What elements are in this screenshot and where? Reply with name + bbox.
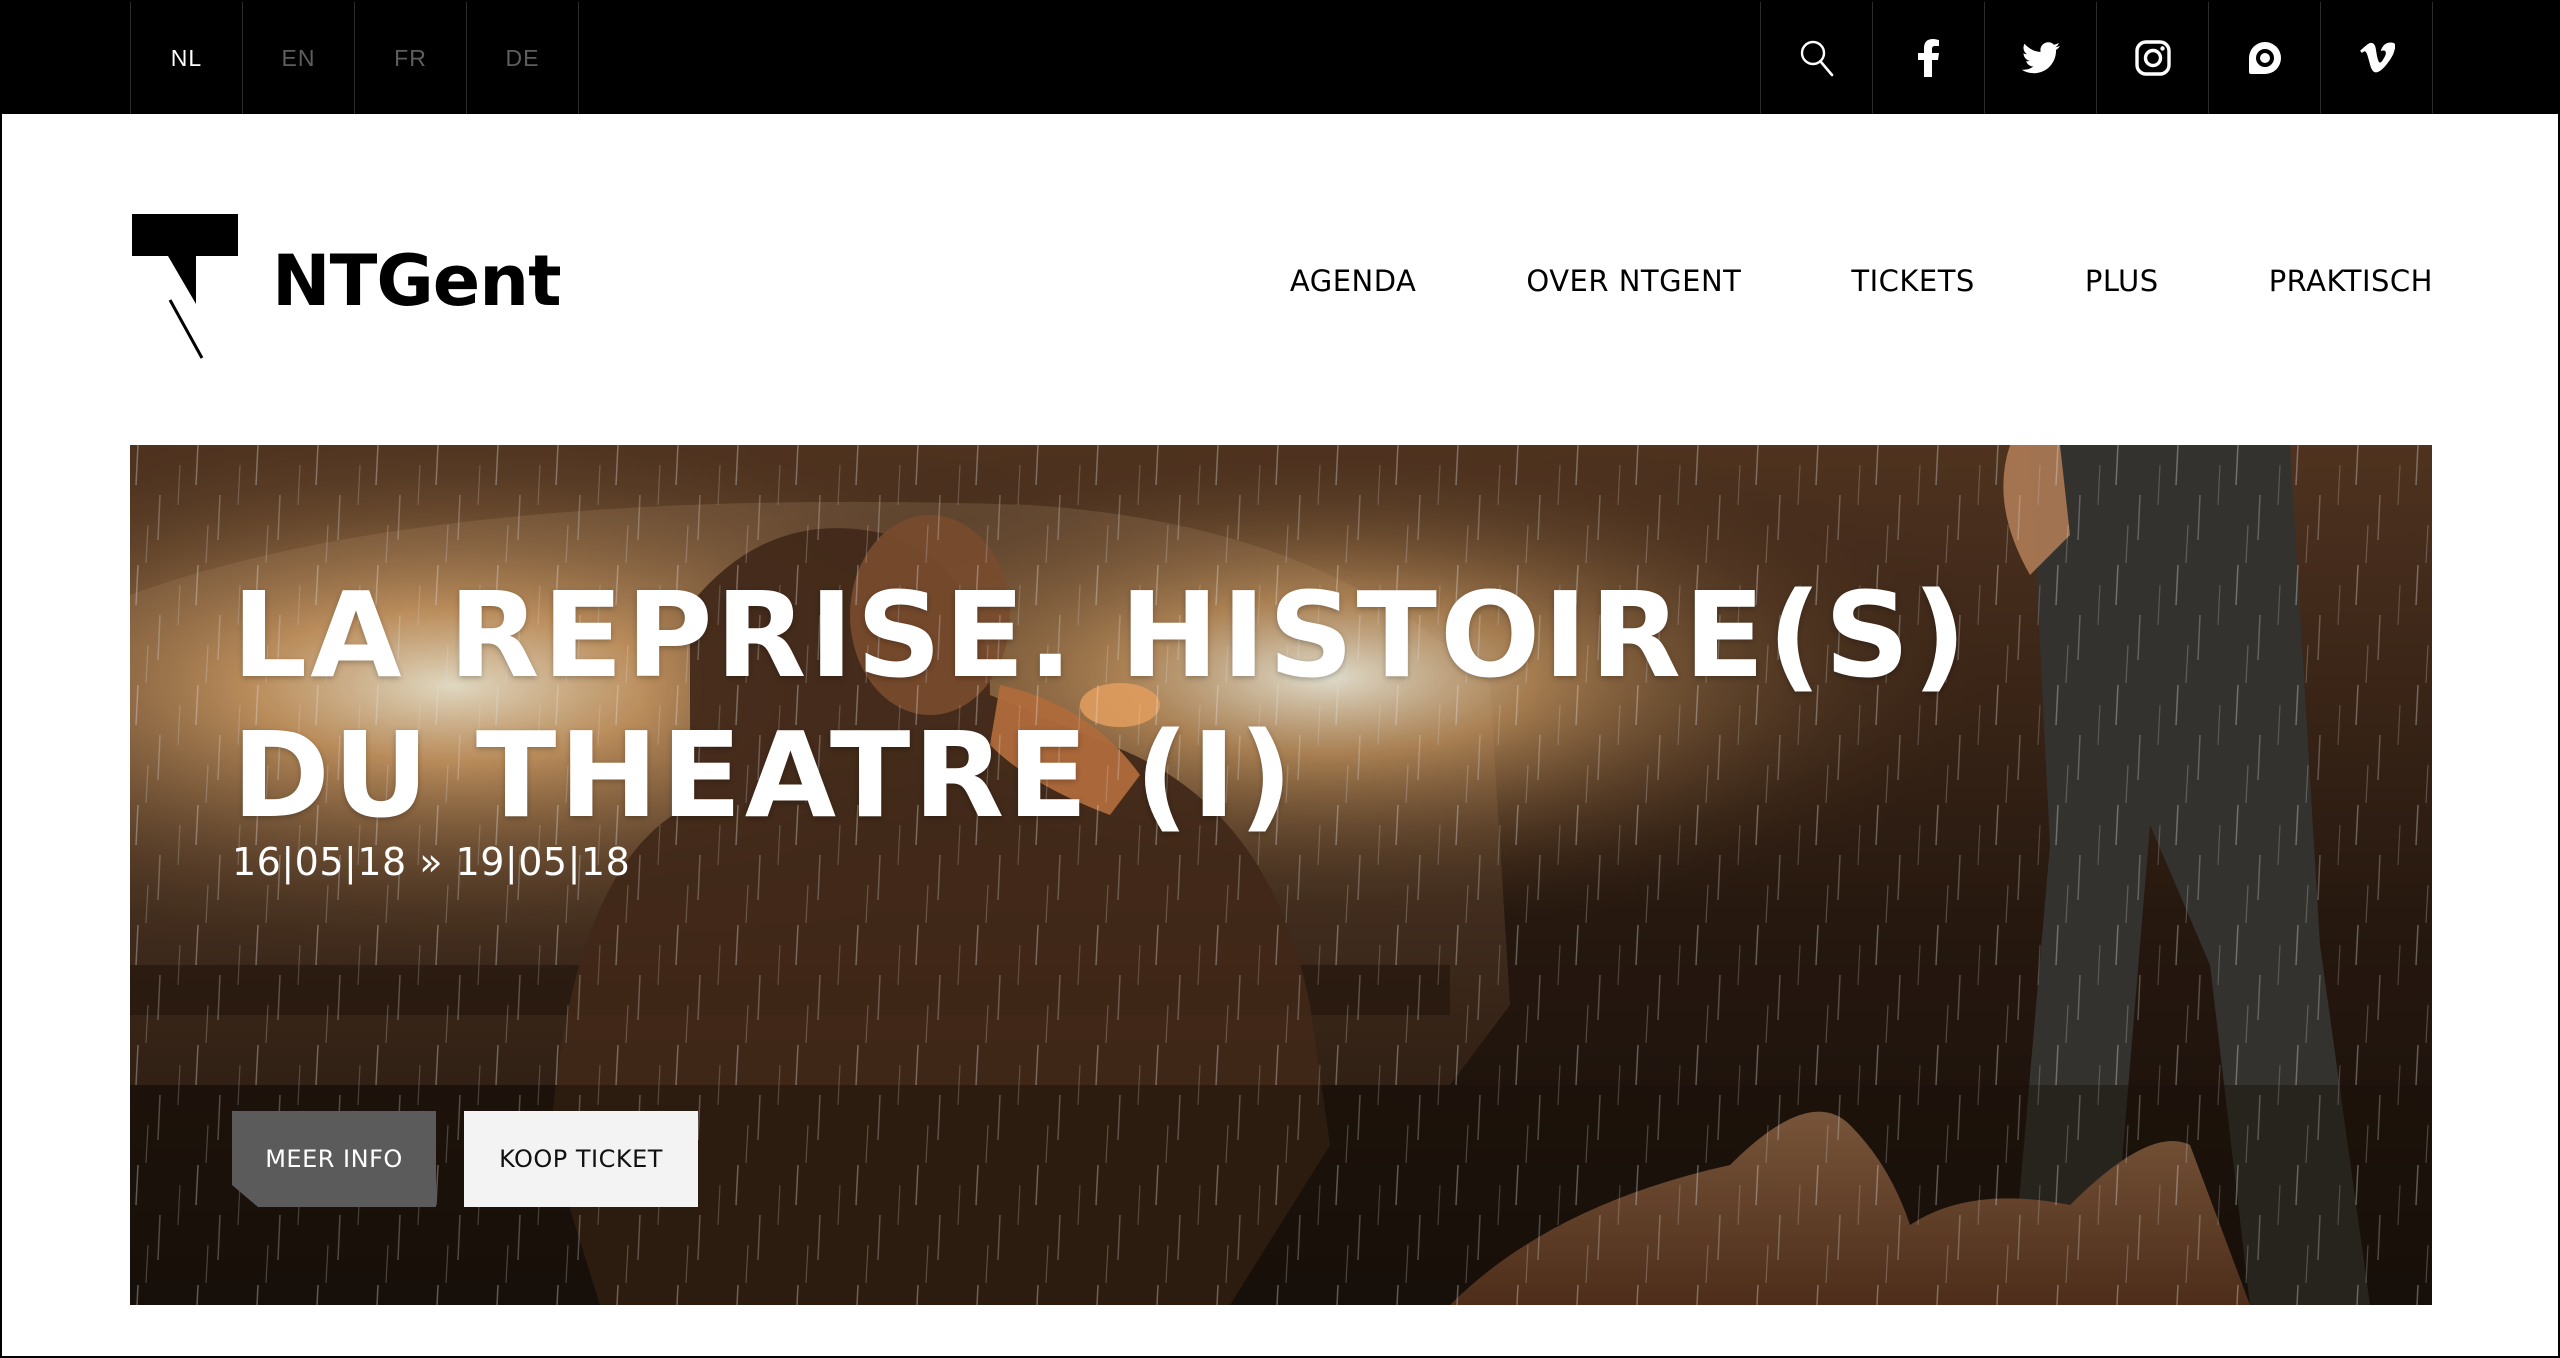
search-button[interactable] — [1761, 2, 1873, 114]
hero-dates: 16|05|18 » 19|05|18 — [232, 840, 631, 884]
hero-title: LA REPRISE. HISTOIRE(S) DU THEATRE (I) — [232, 566, 1970, 844]
issuu-link[interactable] — [2209, 2, 2321, 114]
buy-ticket-button[interactable]: KOOP TICKET — [464, 1111, 698, 1207]
twitter-icon — [2021, 42, 2060, 74]
language-fr[interactable]: FR — [355, 2, 467, 114]
facebook-link[interactable] — [1873, 2, 1985, 114]
hero-banner: LA REPRISE. HISTOIRE(S) DU THEATRE (I) 1… — [130, 445, 2432, 1305]
language-nl[interactable]: NL — [131, 2, 243, 114]
instagram-link[interactable] — [2097, 2, 2209, 114]
nav-item-over-ntgent[interactable]: OVER NTGENT — [1526, 264, 1741, 298]
nav-item-agenda[interactable]: AGENDA — [1290, 264, 1416, 298]
page: NL EN FR DE NTGent AGENDA OVER NTGENT TI… — [0, 0, 2560, 1358]
ntgent-logo-icon — [132, 214, 238, 359]
issuu-icon — [2248, 42, 2281, 74]
main-navigation: AGENDA OVER NTGENT TICKETS PLUS PRAKTISC… — [1290, 264, 2433, 298]
brand-name: NTGent — [272, 240, 562, 322]
nav-item-plus[interactable]: PLUS — [2085, 264, 2159, 298]
vimeo-link[interactable] — [2321, 2, 2433, 114]
twitter-link[interactable] — [1985, 2, 2097, 114]
language-de[interactable]: DE — [467, 2, 579, 114]
nav-item-tickets[interactable]: TICKETS — [1851, 264, 1974, 298]
social-links — [1760, 2, 2433, 114]
language-switcher: NL EN FR DE — [130, 2, 579, 114]
site-logo[interactable]: NTGent — [132, 214, 562, 362]
language-en[interactable]: EN — [243, 2, 355, 114]
more-info-button[interactable]: MEER INFO — [232, 1111, 436, 1207]
top-bar: NL EN FR DE — [2, 2, 2558, 114]
instagram-icon — [2134, 40, 2171, 76]
facebook-icon — [1917, 39, 1939, 77]
nav-item-praktisch[interactable]: PRAKTISCH — [2269, 264, 2433, 298]
search-icon — [1800, 40, 1833, 77]
vimeo-icon — [2359, 42, 2395, 73]
